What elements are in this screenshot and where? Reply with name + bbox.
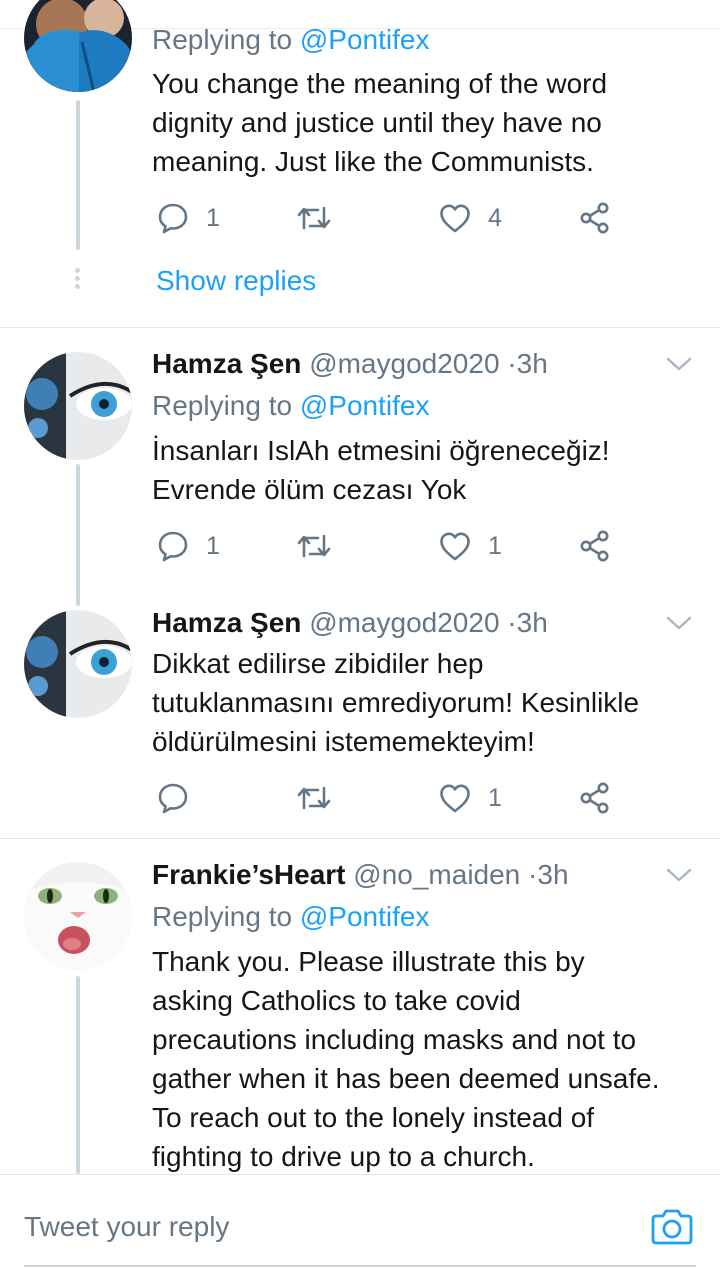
tweet-header: Hamza Şen @maygod2020 ·3h	[152, 348, 548, 380]
like-icon	[438, 782, 472, 814]
tweet-text-line: To reach out to the lonely instead of	[152, 1102, 595, 1133]
divider	[0, 838, 720, 839]
reply-button[interactable]: 1	[156, 198, 220, 238]
replying-to-label: Replying to	[152, 901, 300, 932]
reply-icon	[156, 529, 190, 563]
share-button[interactable]	[578, 198, 612, 238]
reply-icon	[156, 201, 190, 235]
retweet-icon	[296, 201, 332, 235]
like-button[interactable]: 1	[438, 526, 502, 566]
share-icon	[578, 529, 612, 563]
user-handle[interactable]: @no_maiden	[353, 859, 520, 890]
divider	[0, 327, 720, 328]
reply-icon	[156, 781, 190, 815]
tweet-text: Thank you. Please illustrate this by ask…	[152, 942, 702, 1176]
retweet-button[interactable]	[296, 198, 332, 238]
replying-to: Replying to @Pontifex	[152, 24, 429, 56]
separator-dot: ·	[507, 348, 517, 379]
thread-line	[76, 464, 80, 606]
avatar[interactable]	[24, 0, 132, 92]
display-name[interactable]: Frankie’sHeart	[152, 859, 346, 890]
mention-link[interactable]: @Pontifex	[300, 24, 430, 55]
replying-to: Replying to @Pontifex	[152, 390, 429, 422]
tweet-text: You change the meaning of the word digni…	[152, 64, 702, 181]
like-button[interactable]: 1	[438, 778, 502, 818]
tweet-text-line: Evrende ölüm cezası Yok	[152, 474, 467, 505]
tweet-text: İnsanları IslAh etmesini öğreneceğiz! Ev…	[152, 431, 702, 509]
chevron-down-icon[interactable]	[664, 865, 694, 885]
reply-input[interactable]: Tweet your reply	[24, 1211, 229, 1243]
tweet-actions: 1 4	[152, 198, 632, 238]
timestamp: 3h	[537, 859, 569, 890]
share-button[interactable]	[578, 778, 612, 818]
reply-count: 1	[206, 203, 220, 232]
tweet-actions: 1	[152, 778, 632, 818]
user-handle[interactable]: @maygod2020	[309, 348, 499, 379]
replying-to-label: Replying to	[152, 24, 300, 55]
tweet-text-line: meaning. Just like the Communists.	[152, 146, 594, 177]
tweet-text-line: fighting to drive up to a church.	[152, 1141, 535, 1172]
tweet-text-line: precautions including masks and not to	[152, 1024, 637, 1055]
tweet-header: Hamza Şen @maygod2020 ·3h	[152, 607, 548, 639]
reply-input-underline	[24, 1265, 696, 1267]
like-count: 4	[488, 203, 502, 232]
replying-to: Replying to @Pontifex	[152, 901, 429, 933]
timestamp: 3h	[516, 348, 548, 379]
tweet-text-line: İnsanları IslAh etmesini öğreneceğiz!	[152, 435, 610, 466]
thread-line	[76, 100, 80, 250]
tweet-header: Frankie’sHeart @no_maiden ·3h	[152, 859, 569, 891]
avatar[interactable]	[24, 862, 132, 970]
reply-button[interactable]: 1	[156, 526, 220, 566]
tweet-text-line: You change the meaning of the word	[152, 68, 608, 99]
reply-composer: Tweet your reply	[0, 1174, 720, 1269]
camera-icon[interactable]	[650, 1207, 694, 1247]
chevron-down-icon[interactable]	[664, 613, 694, 633]
tweet-text-line: Thank you. Please illustrate this by	[152, 946, 585, 977]
replying-to-label: Replying to	[152, 390, 300, 421]
retweet-icon	[296, 781, 332, 815]
reply-button[interactable]	[156, 778, 190, 818]
mention-link[interactable]: @Pontifex	[300, 390, 430, 421]
like-button[interactable]: 4	[438, 198, 502, 238]
tweet-actions: 1 1	[152, 526, 632, 566]
like-count: 1	[488, 531, 502, 560]
display-name[interactable]: Hamza Şen	[152, 348, 301, 379]
share-icon	[578, 201, 612, 235]
tweet-text-line: tutuklanmasını emrediyorum! Kesinlikle	[152, 687, 640, 718]
show-replies-link[interactable]: Show replies	[156, 265, 316, 297]
chevron-down-icon[interactable]	[664, 354, 694, 374]
thread-dots	[75, 268, 81, 292]
retweet-button[interactable]	[296, 526, 332, 566]
timestamp: 3h	[516, 607, 548, 638]
user-handle[interactable]: @maygod2020	[309, 607, 499, 638]
separator-dot: ·	[507, 607, 517, 638]
tweet-text-line: öldürülmesini istememekteyim!	[152, 726, 535, 757]
retweet-icon	[296, 529, 332, 563]
avatar[interactable]	[24, 352, 132, 460]
like-icon	[438, 530, 472, 562]
mention-link[interactable]: @Pontifex	[300, 901, 430, 932]
thread-line	[76, 976, 80, 1174]
like-icon	[438, 202, 472, 234]
reply-count: 1	[206, 531, 220, 560]
share-icon	[578, 781, 612, 815]
share-button[interactable]	[578, 526, 612, 566]
tweet-text-line: dignity and justice until they have no	[152, 107, 602, 138]
display-name[interactable]: Hamza Şen	[152, 607, 301, 638]
avatar[interactable]	[24, 610, 132, 718]
tweet-text-line: Dikkat edilirse zibidiler hep	[152, 648, 484, 679]
tweet-text: Dikkat edilirse zibidiler hep tutuklanma…	[152, 644, 702, 761]
retweet-button[interactable]	[296, 778, 332, 818]
tweet-text-line: asking Catholics to take covid	[152, 985, 521, 1016]
like-count: 1	[488, 783, 502, 812]
separator-dot: ·	[528, 859, 538, 890]
tweet-text-line: gather when it has been deemed unsafe.	[152, 1063, 660, 1094]
